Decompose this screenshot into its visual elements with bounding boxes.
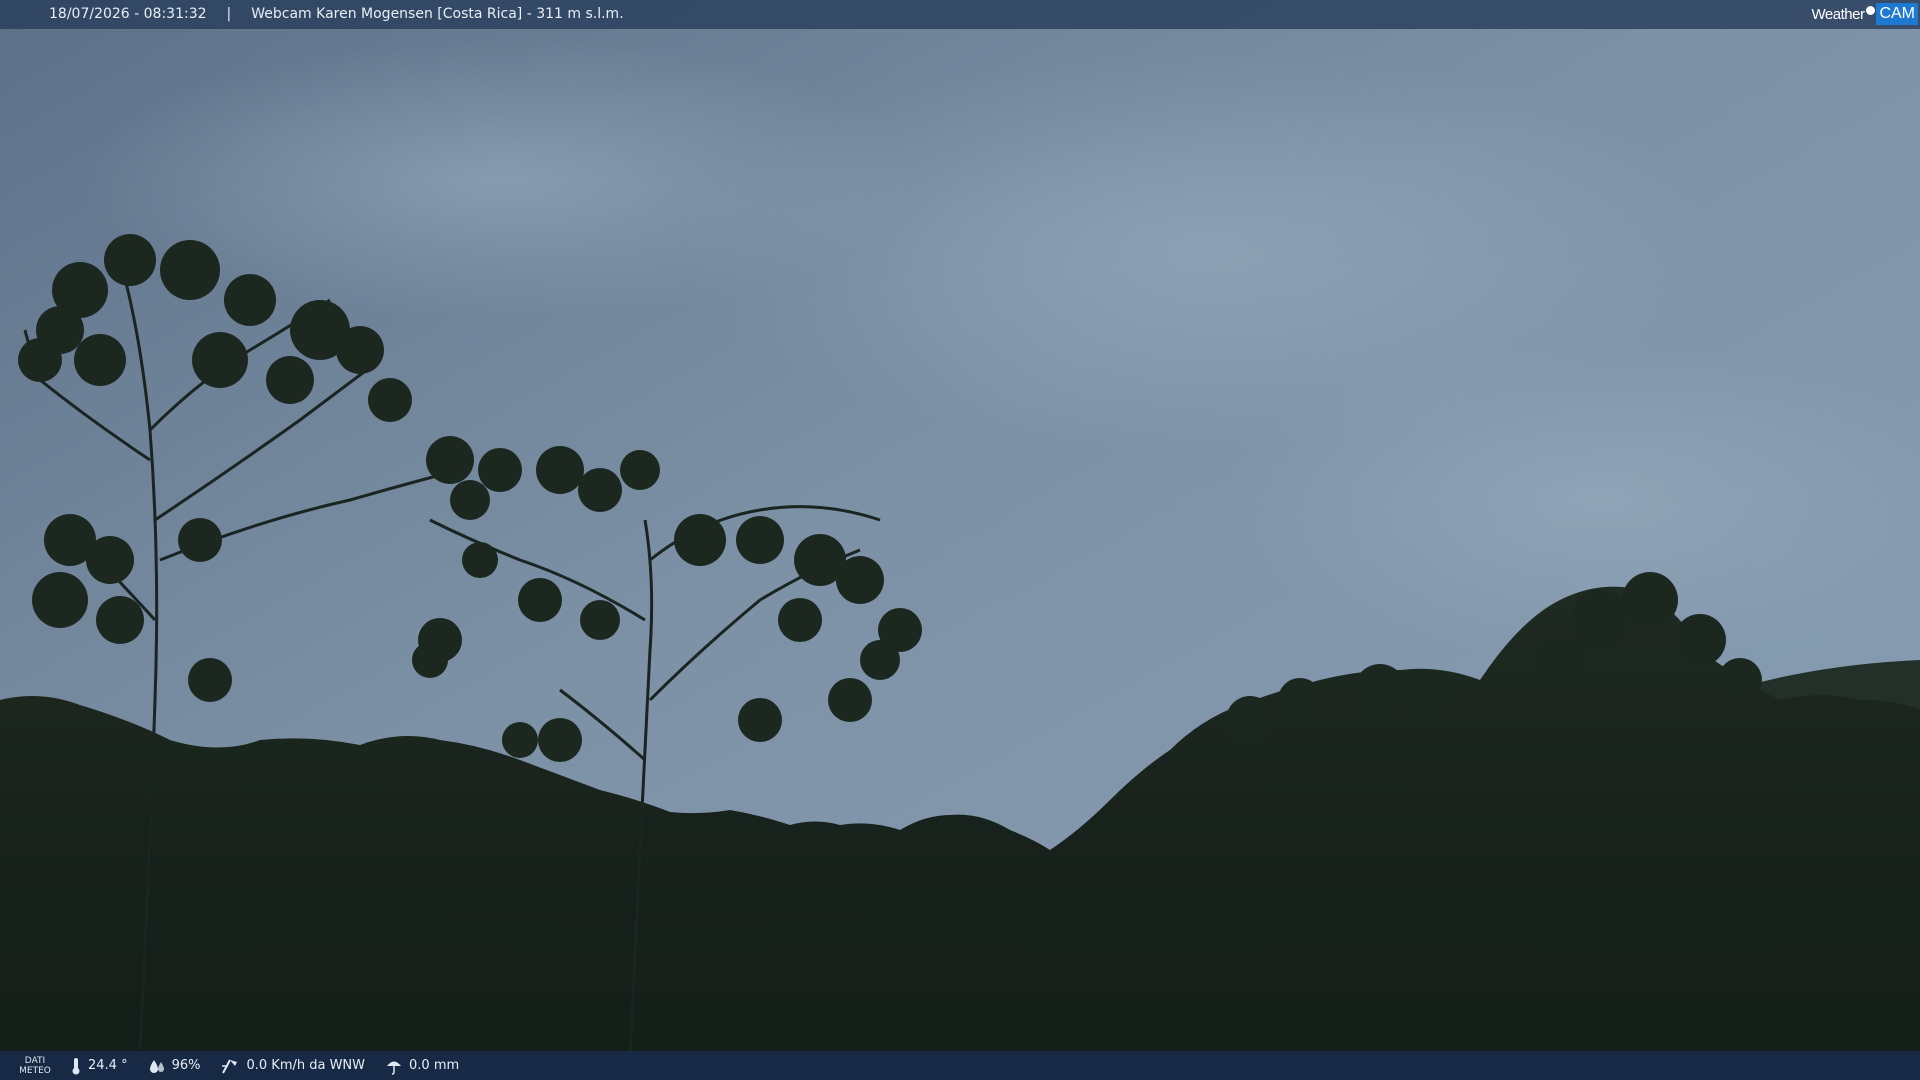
bottom-meteo-bar: DATI METEO 24.4 ° 96% 0.0 Km/h da WNW 0.… — [0, 1051, 1920, 1080]
humidity-reading: 96% — [148, 1058, 201, 1074]
temperature-reading: 24.4 ° — [70, 1057, 128, 1075]
thermometer-icon — [72, 1057, 80, 1074]
separator: | — [226, 6, 232, 22]
wind-icon — [222, 1059, 238, 1073]
humidity-value: 96% — [171, 1058, 201, 1073]
logo-dot-icon — [1866, 5, 1876, 15]
rain-reading: 0.0 mm — [385, 1057, 459, 1075]
rain-value: 0.0 mm — [409, 1058, 460, 1073]
logo-cam-text: CAM — [1876, 3, 1918, 25]
temperature-value: 24.4 ° — [88, 1058, 128, 1073]
timestamp: 18/07/2026 - 08:31:32 — [49, 6, 207, 22]
weathercam-logo: Weather CAM — [1812, 3, 1918, 25]
webcam-scene — [0, 0, 1920, 1080]
meteo-label: DATI METEO — [0, 1056, 70, 1076]
meteo-label-line1: DATI — [24, 1055, 46, 1066]
wind-value: 0.0 Km/h da WNW — [246, 1058, 366, 1073]
logo-weather-text: Weather — [1811, 5, 1865, 23]
top-info-bar: 18/07/2026 - 08:31:32 | Webcam Karen Mog… — [0, 0, 1920, 29]
wind-reading: 0.0 Km/h da WNW — [220, 1057, 365, 1075]
humidity-drop-icon — [149, 1059, 164, 1073]
webcam-title: Webcam Karen Mogensen [Costa Rica] - 311… — [251, 6, 624, 22]
meteo-label-line2: METEO — [19, 1065, 51, 1076]
rain-umbrella-icon — [387, 1061, 402, 1075]
